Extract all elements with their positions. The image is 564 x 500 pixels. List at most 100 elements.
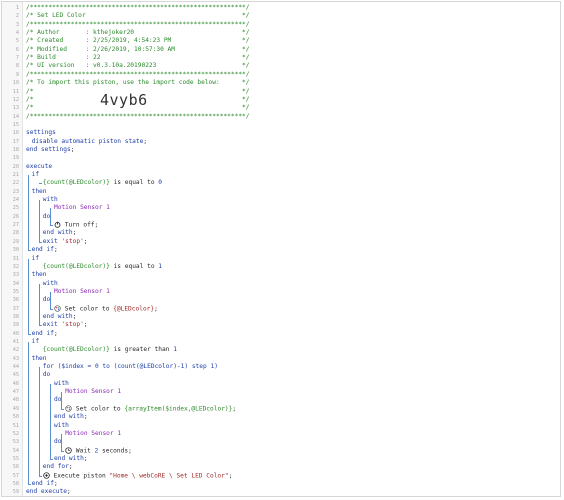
code-token: with xyxy=(42,279,58,287)
block-guide xyxy=(27,175,29,251)
code-token: {count(@LEDcolor)} xyxy=(42,262,110,270)
code-token: 1 xyxy=(173,346,177,354)
code-token: end if xyxy=(31,479,54,487)
code-token: settings xyxy=(26,129,56,137)
block-guide xyxy=(61,433,63,451)
line-number-gutter: 1 2 3 4 5 6 7 8 9 10 11 12 13 14 15 16 17 18 19 20 21 22 23 24 2… xyxy=(2,2,23,496)
block-guide xyxy=(38,367,40,476)
code-token: Turn off xyxy=(61,221,95,229)
code-line: /***************************************… xyxy=(26,113,250,122)
code-token: is equal to xyxy=(109,262,159,270)
code-token: /* UI version : v0.3.10a.20190223 */ xyxy=(26,62,250,70)
code-token: /* To import this piston, use the import… xyxy=(26,79,250,87)
code-token: if xyxy=(31,171,40,178)
code-token: /***************************************… xyxy=(26,4,250,11)
block-guide-end xyxy=(50,458,53,460)
code-line: Execute piston "Home \ webCoRE \ Set LED… xyxy=(43,471,232,481)
code-token: ; xyxy=(70,145,75,153)
import-code: 4vyb6 xyxy=(100,91,148,109)
code-token: ) xyxy=(214,363,218,371)
block-guide xyxy=(50,208,51,226)
code-token: 1 xyxy=(158,262,163,270)
code-token: is equal to xyxy=(109,179,159,187)
code-token: 'stop' xyxy=(61,321,84,329)
block-guide xyxy=(50,291,51,309)
piston-code-viewer: 1 2 3 4 5 6 7 8 9 10 11 12 13 14 15 16 17 18 19 20 21 22 23 24 2… xyxy=(1,1,561,497)
code-line: for ($index = 0 to (count(@LEDcolor)-1) … xyxy=(43,363,218,372)
code-token: end with xyxy=(42,229,73,237)
code-token: with xyxy=(54,379,69,387)
code-token: exit xyxy=(42,321,62,329)
code-token: ; xyxy=(72,229,77,237)
code-token: with xyxy=(42,196,58,204)
code-token: do xyxy=(42,371,51,379)
block-guide-end xyxy=(50,225,53,227)
code-token: to (count(@LEDcolor)-1) step xyxy=(98,363,211,371)
code-token: /* Build : 22 */ xyxy=(26,54,250,62)
block-guide xyxy=(61,392,63,409)
block-guide-end xyxy=(50,308,53,310)
code-token: with xyxy=(54,421,69,429)
code-token: ; xyxy=(128,447,132,455)
code-token: end settings xyxy=(26,145,71,153)
code-token: Motion Sensor 1 xyxy=(54,287,110,295)
block-guide-end xyxy=(27,250,31,252)
code-token: is greater than xyxy=(109,346,174,354)
code-line: Motion Sensor 1 xyxy=(65,430,121,439)
code-token: ; xyxy=(83,321,88,329)
code-token: seconds xyxy=(98,447,129,455)
code-line: do xyxy=(43,371,50,380)
block-guide-end xyxy=(27,333,31,335)
code-token: end execute xyxy=(26,488,67,496)
code-token: execute xyxy=(26,162,53,170)
code-token: ; xyxy=(83,413,88,421)
code-token: ; xyxy=(72,312,77,320)
code-token: /***************************************… xyxy=(26,70,250,78)
code-token: /* Set LED Color */ xyxy=(26,12,250,20)
code-token: ; xyxy=(53,479,58,487)
code-token: /***************************************… xyxy=(26,20,250,28)
code-token: if xyxy=(31,254,40,262)
code-line: end execute; xyxy=(26,488,71,496)
code-token: end if xyxy=(31,329,54,337)
code-token: ; xyxy=(83,237,88,245)
code-token: end for xyxy=(42,463,69,471)
code-token: ; xyxy=(83,454,88,462)
code-token: then xyxy=(31,271,47,279)
code-token: /* Modified : 2/26/2019, 10:57:30 AM */ xyxy=(26,45,250,53)
code-line: if xyxy=(32,338,39,347)
code-token: Wait xyxy=(72,447,95,455)
code-token: /* Created : 2/25/2019, 4:54:23 PM */ xyxy=(26,37,250,45)
code-token: Execute piston xyxy=(49,472,110,480)
code-token: ; xyxy=(68,463,73,471)
code-line: {count(@LEDcolor)} is equal to 1 xyxy=(43,263,162,272)
block-guide xyxy=(27,258,29,334)
code-token: ; xyxy=(53,246,58,254)
code-token: then xyxy=(31,354,47,362)
code-token: end with xyxy=(54,413,84,421)
block-guide-end xyxy=(61,408,65,410)
code-token: exit xyxy=(42,237,62,245)
block-guide xyxy=(27,342,29,484)
code-line: Motion Sensor 1 xyxy=(54,288,110,297)
code-line: end settings; xyxy=(26,146,74,155)
code-token: if xyxy=(31,338,40,345)
code-token: ; xyxy=(53,329,58,337)
code-token: Set color to xyxy=(61,305,114,313)
line-number: 59 xyxy=(12,489,19,496)
power-icon xyxy=(54,221,61,228)
code-line: {count(@LEDcolor)} is greater than 1 xyxy=(43,346,177,355)
code-token: end with xyxy=(54,454,84,462)
block-guide xyxy=(38,200,40,242)
block-guide-end xyxy=(38,241,42,243)
code-token: Set color to xyxy=(72,405,125,413)
block-guide-end xyxy=(61,450,65,452)
code-token: disable automatic piston state xyxy=(31,137,144,145)
code-token: Motion Sensor 1 xyxy=(65,388,122,396)
code-token: /***************************************… xyxy=(26,112,250,120)
piston-icon xyxy=(43,471,50,479)
code-line: {count(@LEDcolor)} is equal to 0 xyxy=(43,179,162,188)
code-token: 0 xyxy=(158,179,163,187)
code-token: end with xyxy=(42,312,73,320)
block-guide xyxy=(50,383,51,459)
